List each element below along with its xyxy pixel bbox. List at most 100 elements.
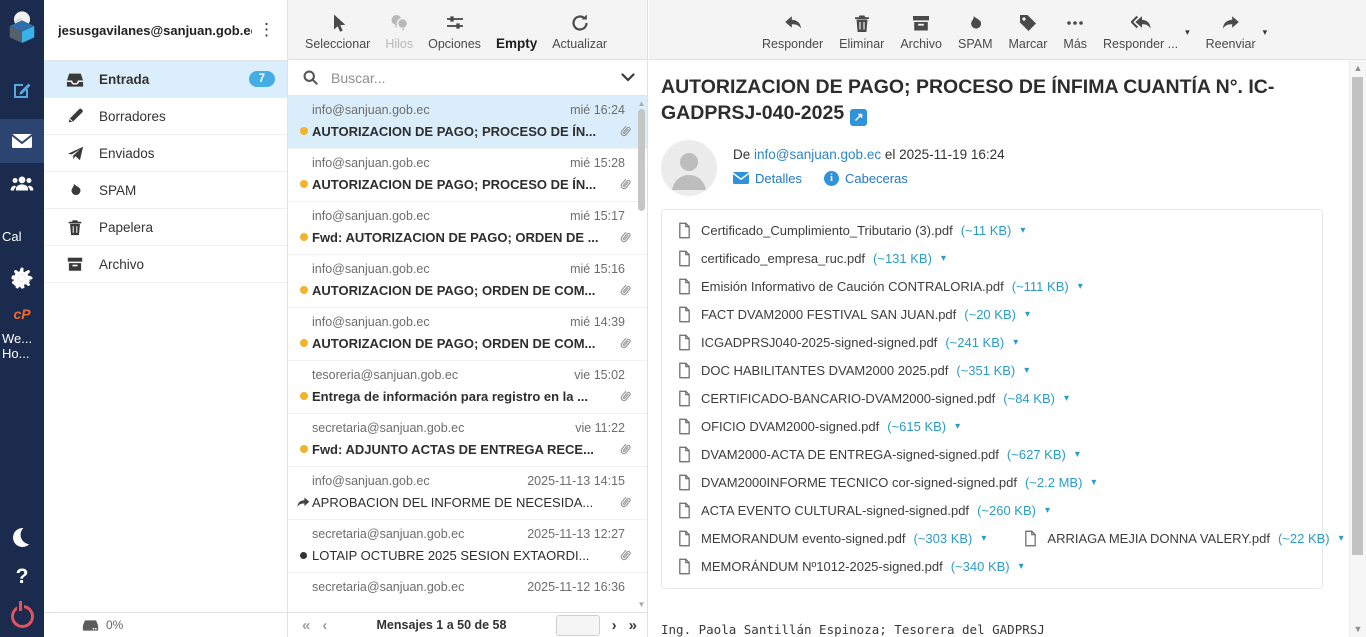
folder-item-borradores[interactable]: Borradores xyxy=(44,98,287,135)
attachment-menu-caret-icon[interactable]: ▾ xyxy=(1078,281,1083,292)
account-menu-kebab-icon[interactable]: ⋮ xyxy=(252,20,281,40)
attachment-item[interactable]: MEMORANDUM evento-signed.pdf (~303 KB) ▾ xyxy=(676,530,986,547)
mail-nav-button[interactable] xyxy=(0,119,44,163)
spam-button[interactable]: SPAM xyxy=(958,13,993,51)
opciones-button[interactable]: Opciones xyxy=(428,13,481,51)
details-toggle[interactable]: Detalles xyxy=(733,171,802,186)
attachment-menu-caret-icon[interactable]: ▾ xyxy=(955,421,960,432)
attachment-row: DVAM2000INFORME TECNICO cor-signed-signe… xyxy=(676,469,1308,497)
settings-button[interactable] xyxy=(0,263,44,293)
scroll-up-icon[interactable]: ▲ xyxy=(637,99,646,108)
attachment-item[interactable]: certificado_empresa_ruc.pdf (~131 KB) ▾ xyxy=(676,250,946,267)
message-subject: AUTORIZACION DE PAGO; ORDEN DE COM... xyxy=(312,283,611,298)
message-list-row[interactable]: info@sanjuan.gob.ec mié 16:24 AUTORIZACI… xyxy=(288,96,647,149)
responder-button[interactable]: Responder ... xyxy=(1103,13,1178,51)
attachment-item[interactable]: Emisión Informativo de Caución CONTRALOR… xyxy=(676,278,1083,295)
scroll-down-icon[interactable]: ▼ xyxy=(1350,624,1366,634)
message-sender: info@sanjuan.gob.ec xyxy=(312,209,430,223)
attachment-menu-caret-icon[interactable]: ▾ xyxy=(1013,337,1018,348)
message-list-row[interactable]: info@sanjuan.gob.ec mié 15:28 AUTORIZACI… xyxy=(288,149,647,202)
folder-item-spam[interactable]: SPAM xyxy=(44,172,287,209)
message-list-row[interactable]: info@sanjuan.gob.ec mié 15:16 AUTORIZACI… xyxy=(288,255,647,308)
eliminar-button[interactable]: Eliminar xyxy=(839,13,884,51)
cpanel-link[interactable]: cP xyxy=(0,304,44,324)
search-input[interactable] xyxy=(329,69,611,87)
folder-name: Entrada xyxy=(99,72,149,87)
marcar-button[interactable]: Marcar xyxy=(1009,13,1048,51)
attachment-menu-caret-icon[interactable]: ▾ xyxy=(1075,449,1080,460)
attachment-menu-caret-icon[interactable]: ▾ xyxy=(1025,309,1030,320)
list-scrollbar-thumb[interactable] xyxy=(638,109,645,211)
contacts-button[interactable] xyxy=(0,163,44,205)
attachment-menu-caret-icon[interactable]: ▾ xyxy=(1091,477,1096,488)
attachment-item[interactable]: ACTA EVENTO CULTURAL-signed-signed.pdf (… xyxy=(676,502,1050,519)
last-page-button[interactable]: » xyxy=(629,618,637,633)
help-button[interactable]: ? xyxy=(0,564,44,590)
dropdown-caret-icon[interactable]: ▾ xyxy=(1185,27,1190,38)
message-list-row[interactable]: info@sanjuan.gob.ec mié 15:17 Fwd: AUTOR… xyxy=(288,202,647,255)
message-date: mié 15:16 xyxy=(570,262,625,276)
attachment-item[interactable]: Certificado_Cumplimiento_Tributario (3).… xyxy=(676,222,1025,239)
responder-button[interactable]: Responder xyxy=(762,13,823,51)
reading-scrollbar-thumb[interactable] xyxy=(1352,77,1363,555)
actualizar-button[interactable]: Actualizar xyxy=(552,13,607,51)
list-scrollbar[interactable]: ▲ ▼ xyxy=(637,99,646,609)
attachment-menu-caret-icon[interactable]: ▾ xyxy=(1045,505,1050,516)
scroll-down-icon[interactable]: ▼ xyxy=(637,600,646,609)
compose-button[interactable] xyxy=(0,69,44,111)
reenviar-button[interactable]: Reenviar xyxy=(1206,13,1256,51)
message-list-row[interactable]: secretaria@sanjuan.gob.ec 2025-11-13 12:… xyxy=(288,520,647,573)
webmail-home-label-1: We... xyxy=(2,331,42,346)
folder-item-papelera[interactable]: Papelera xyxy=(44,209,287,246)
logout-button[interactable] xyxy=(0,603,44,629)
open-in-new-window-icon[interactable]: ↗ xyxy=(850,109,867,126)
attachment-item[interactable]: CERTIFICADO-BANCARIO-DVAM2000-signed.pdf… xyxy=(676,390,1069,407)
message-list-row[interactable]: secretaria@sanjuan.gob.ec vie 11:22 Fwd:… xyxy=(288,414,647,467)
attachment-menu-caret-icon[interactable]: ▾ xyxy=(1019,561,1024,572)
attachment-item[interactable]: DVAM2000-ACTA DE ENTREGA-signed-signed.p… xyxy=(676,446,1080,463)
attachment-name: ICGADPRSJ040-2025-signed-signed.pdf xyxy=(701,335,937,350)
scroll-up-icon[interactable]: ▲ xyxy=(1350,63,1366,73)
attachment-menu-caret-icon[interactable]: ▾ xyxy=(1339,533,1344,544)
message-list-row[interactable]: info@sanjuan.gob.ec 2025-11-13 14:15 APR… xyxy=(288,467,647,520)
folder-item-enviados[interactable]: Enviados xyxy=(44,135,287,172)
dark-mode-button[interactable] xyxy=(0,524,44,550)
attachment-size: (~84 KB) xyxy=(1003,391,1055,406)
m-s-button[interactable]: Más xyxy=(1063,13,1087,51)
prev-page-button[interactable]: ‹ xyxy=(322,618,327,633)
attachment-item[interactable]: OFICIO DVAM2000-signed.pdf (~615 KB) ▾ xyxy=(676,418,960,435)
attachment-menu-caret-icon[interactable]: ▾ xyxy=(1024,365,1029,376)
page-number-input[interactable] xyxy=(556,615,600,636)
search-options-chevron-icon[interactable] xyxy=(621,73,635,82)
next-page-button[interactable]: › xyxy=(612,618,617,633)
attachment-item[interactable]: FACT DVAM2000 FESTIVAL SAN JUAN.pdf (~20… xyxy=(676,306,1030,323)
message-list-row[interactable]: info@sanjuan.gob.ec mié 14:39 AUTORIZACI… xyxy=(288,308,647,361)
empty-button[interactable]: Empty xyxy=(496,36,537,51)
attachment-item[interactable]: ICGADPRSJ040-2025-signed-signed.pdf (~24… xyxy=(676,334,1018,351)
attachment-menu-caret-icon[interactable]: ▾ xyxy=(941,253,946,264)
attachment-item[interactable]: MEMORÁNDUM Nº1012-2025-signed.pdf (~340 … xyxy=(676,558,1024,575)
attachment-menu-caret-icon[interactable]: ▾ xyxy=(1064,393,1069,404)
webmail-home-link[interactable]: We... Ho... xyxy=(0,330,44,362)
message-list-row[interactable]: secretaria@sanjuan.gob.ec 2025-11-12 16:… xyxy=(288,573,647,612)
sender-email-link[interactable]: info@sanjuan.gob.ec xyxy=(754,147,881,162)
hilos-button[interactable]: Hilos xyxy=(385,13,413,51)
attachment-item[interactable]: ARRIAGA MEJIA DONNA VALERY.pdf (~22 KB) … xyxy=(1022,530,1343,547)
attachment-row: OFICIO DVAM2000-signed.pdf (~615 KB) ▾ xyxy=(676,413,1308,441)
archivo-button[interactable]: Archivo xyxy=(900,13,942,51)
attachment-item[interactable]: DVAM2000INFORME TECNICO cor-signed-signe… xyxy=(676,474,1096,491)
folder-item-archivo[interactable]: Archivo xyxy=(44,246,287,283)
attachment-item[interactable]: DOC HABILITANTES DVAM2000 2025.pdf (~351… xyxy=(676,362,1029,379)
calendar-link[interactable]: Cal xyxy=(0,227,44,245)
seleccionar-button[interactable]: Seleccionar xyxy=(305,13,370,51)
headers-toggle[interactable]: i Cabeceras xyxy=(824,171,908,186)
attachment-menu-caret-icon[interactable]: ▾ xyxy=(1020,225,1025,236)
dropdown-caret-icon[interactable]: ▾ xyxy=(1263,27,1268,38)
folder-item-entrada[interactable]: Entrada7 xyxy=(44,61,287,98)
search-bar xyxy=(288,60,647,96)
first-page-button[interactable]: « xyxy=(302,618,310,633)
message-list-row[interactable]: tesoreria@sanjuan.gob.ec vie 15:02 Entre… xyxy=(288,361,647,414)
reading-pane-scrollbar[interactable]: ▲ ▼ xyxy=(1349,60,1366,637)
attachment-name: MEMORÁNDUM Nº1012-2025-signed.pdf xyxy=(701,559,943,574)
attachment-menu-caret-icon[interactable]: ▾ xyxy=(981,533,986,544)
